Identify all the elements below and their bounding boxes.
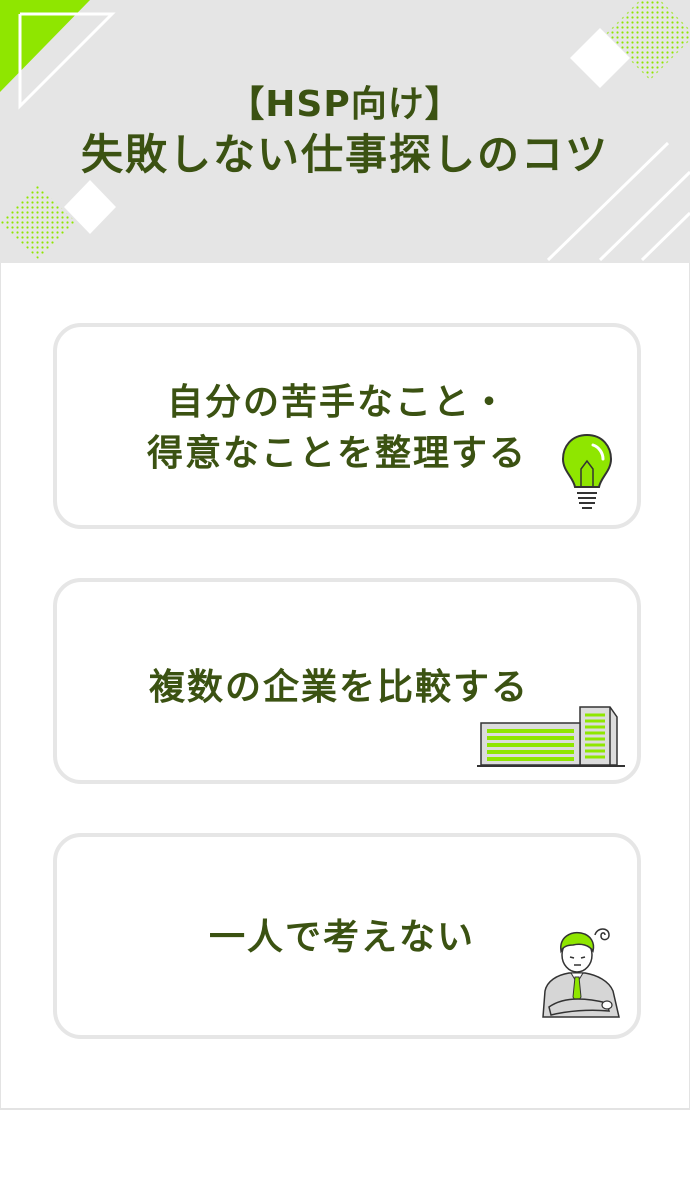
lightbulb-icon [561, 433, 613, 509]
tip-3-line-1: 一人で考えない [209, 917, 476, 958]
page-title: 【HSP向け】 失敗しない仕事探しのコツ [0, 82, 690, 182]
tip-2-line-1: 複数の企業を比較する [149, 667, 530, 708]
title-line-2: 失敗しない仕事探しのコツ [80, 130, 609, 179]
tip-1-line-1: 自分の苦手なこと・ [167, 382, 510, 423]
tip-card-2: 複数の企業を比較する [53, 578, 641, 784]
tip-card-3: 一人で考えない [53, 833, 641, 1039]
title-line-1: 【HSP向け】 [228, 84, 462, 125]
office-building-icon [477, 706, 625, 767]
tip-1-line-2: 得意なことを整理する [147, 433, 528, 474]
worried-businessman-icon [542, 928, 620, 1018]
header-banner: 【HSP向け】 失敗しない仕事探しのコツ [0, 0, 690, 263]
tip-card-1: 自分の苦手なこと・ 得意なことを整理する [53, 323, 641, 529]
